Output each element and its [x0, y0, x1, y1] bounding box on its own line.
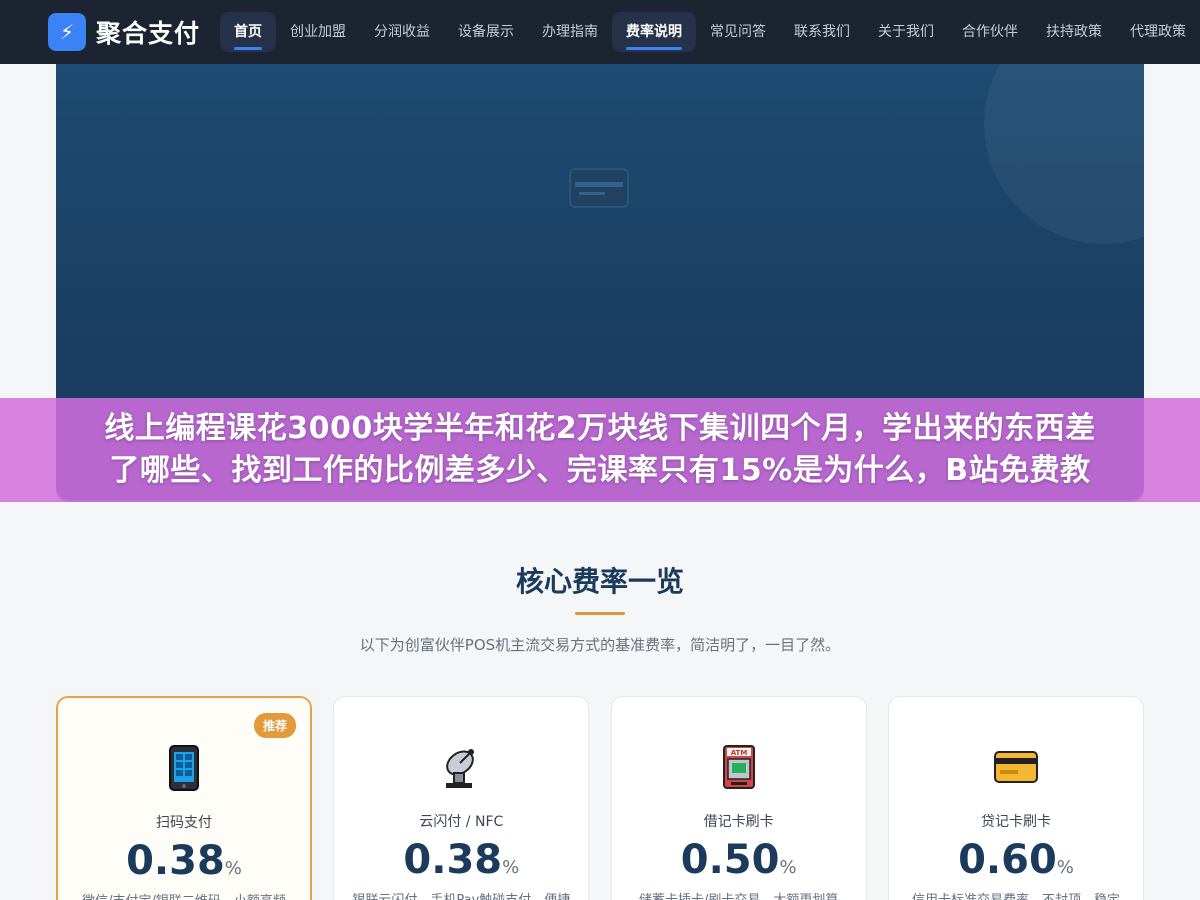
rate-value: 0.60 [958, 837, 1057, 883]
mobile-phone-icon [154, 738, 214, 798]
card-title: 贷记卡刷卡 [980, 814, 1051, 830]
rate-card-scan[interactable]: 推荐 扫码支付 0.38% 微信/支付宝/银联二维码，小额高频 [56, 696, 312, 900]
card-rate: 0.60% [889, 837, 1143, 883]
recommend-badge: 推荐 [253, 713, 296, 738]
rate-card-debit[interactable]: ATM 借记卡刷卡 0.50% 储蓄卡插卡/刷卡交易，大额更划算 [610, 696, 867, 900]
rate-unit: % [502, 857, 520, 878]
rate-unit: % [1056, 857, 1074, 878]
card-desc: 银联云闪付、手机Pay触碰支付，便捷 [334, 889, 588, 900]
rate-card-nfc[interactable]: 云闪付 / NFC 0.38% 银联云闪付、手机Pay触碰支付，便捷 [333, 696, 590, 900]
nav-item-partners[interactable]: 合作伙伴 [948, 12, 1032, 52]
card-desc: 储蓄卡插卡/刷卡交易，大额更划算 [612, 889, 866, 900]
card-title: 借记卡刷卡 [703, 814, 774, 830]
nav-item-profit[interactable]: 分润收益 [360, 12, 444, 52]
nav-item-home[interactable]: 首页 [220, 12, 276, 52]
svg-text:ATM: ATM [730, 749, 747, 757]
card-title: 扫码支付 [156, 815, 212, 831]
nav-item-rates[interactable]: 费率说明 [612, 12, 696, 52]
card-rate: 0.50% [612, 837, 866, 883]
nav-item-contact[interactable]: 联系我们 [780, 12, 864, 52]
satellite-dish-icon [431, 737, 491, 797]
rate-cards: 推荐 扫码支付 0.38% 微信/支付宝/银联二维码，小额高频 [56, 696, 1144, 900]
nav-item-agent-policy[interactable]: 代理政策 [1116, 12, 1200, 52]
overlay-banner: 线上编程课花3000块学半年和花2万块线下集训四个月，学出来的东西差 了哪些、找… [0, 398, 1200, 502]
card-rate: 0.38% [334, 837, 588, 883]
nav-item-faq[interactable]: 常见问答 [696, 12, 780, 52]
nav-item-support-policy[interactable]: 扶持政策 [1032, 12, 1116, 52]
brand-name: 聚合支付 [96, 19, 201, 48]
nav-item-devices[interactable]: 设备展示 [444, 12, 528, 52]
banner-inner: 线上编程课花3000块学半年和花2万块线下集训四个月，学出来的东西差 了哪些、找… [56, 398, 1144, 502]
credit-card-icon [569, 168, 629, 208]
nav-item-franchise[interactable]: 创业加盟 [276, 12, 360, 52]
card-title: 云闪付 / NFC [419, 814, 504, 830]
credit-card-icon [986, 737, 1046, 797]
rate-unit: % [224, 858, 242, 879]
rate-card-credit[interactable]: 贷记卡刷卡 0.60% 信用卡标准交易费率，不封顶，稳定 [887, 696, 1144, 900]
nav-menu: 首页 创业加盟 分润收益 设备展示 办理指南 费率说明 常见问答 联系我们 关于… [220, 0, 1200, 64]
rate-unit: % [779, 857, 797, 878]
title-underline [575, 612, 625, 615]
atm-icon: ATM [709, 737, 769, 797]
rate-value: 0.50 [680, 837, 780, 883]
rate-value: 0.38 [126, 838, 225, 884]
banner-line-2: 了哪些、找到工作的比例差多少、完课率只有15%是为什么，B站免费教 [109, 453, 1091, 488]
section-subtitle: 以下为创富伙伴POS机主流交易方式的基准费率，简洁明了，一目了然。 [359, 636, 841, 654]
section-title: 核心费率一览 [515, 565, 684, 598]
hero-decor-circle [984, 64, 1144, 244]
nav-item-guide[interactable]: 办理指南 [528, 12, 612, 52]
lightning-logo-icon: ⚡ [48, 13, 86, 51]
card-rate: 0.38% [58, 838, 310, 884]
rate-value: 0.38 [403, 837, 503, 883]
nav-item-about[interactable]: 关于我们 [864, 12, 948, 52]
card-desc: 微信/支付宝/银联二维码，小额高频 [58, 890, 310, 900]
banner-line-1: 线上编程课花3000块学半年和花2万块线下集训四个月，学出来的东西差 [104, 411, 1096, 446]
top-navbar: ⚡ 聚合支付 首页 创业加盟 分润收益 设备展示 办理指南 费率说明 常见问答 … [0, 0, 1200, 64]
card-desc: 信用卡标准交易费率，不封顶，稳定 [889, 889, 1143, 900]
brand[interactable]: ⚡ 聚合支付 [48, 13, 200, 51]
